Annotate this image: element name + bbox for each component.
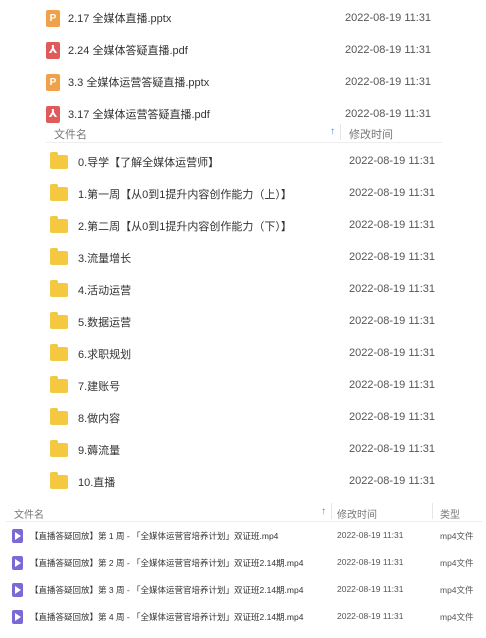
folder-name[interactable]: 7.建账号 xyxy=(78,378,120,394)
file-row[interactable]: P 3.3 全媒体运营答疑直播.pptx xyxy=(46,73,209,91)
folder-name[interactable]: 9.薅流量 xyxy=(78,442,120,458)
folder-date: 2022-08-19 11:31 xyxy=(349,187,436,199)
ppt-file-icon: P xyxy=(46,9,60,27)
folder-row[interactable]: 6.求职规划 xyxy=(50,344,131,363)
folder-name[interactable]: 1.第一周【从0到1提升内容创作能力（上）】 xyxy=(78,186,292,202)
sort-ascending-icon[interactable]: ↑ xyxy=(330,126,335,137)
folder-name[interactable]: 6.求职规划 xyxy=(78,346,131,362)
folder-date: 2022-08-19 11:31 xyxy=(349,411,436,423)
column-header-modified[interactable]: 修改时间 xyxy=(349,126,393,142)
folder-icon xyxy=(50,440,68,457)
column-divider xyxy=(340,124,341,140)
video-name[interactable]: 【直播答疑回放】第 4 周 - 「全媒体运营官培养计划」双证班2.14期.mp4 xyxy=(30,611,303,623)
column-header-type[interactable]: 类型 xyxy=(440,506,460,521)
file-date: 2022-08-19 11:31 xyxy=(345,44,432,56)
folder-icon xyxy=(50,408,68,425)
folder-date: 2022-08-19 11:31 xyxy=(349,475,436,487)
folder-date: 2022-08-19 11:31 xyxy=(349,379,436,391)
video-type: mp4文件 xyxy=(440,531,474,541)
video-date: 2022-08-19 11:31 xyxy=(337,530,404,540)
folder-icon xyxy=(50,312,68,329)
folder-name[interactable]: 8.做内容 xyxy=(78,410,120,426)
video-name[interactable]: 【直播答疑回放】第 3 周 - 「全媒体运营官培养计划」双证班2.14期.mp4 xyxy=(30,584,303,596)
file-row[interactable]: P 2.17 全媒体直播.pptx xyxy=(46,9,171,27)
video-type: mp4文件 xyxy=(440,585,474,595)
file-row[interactable]: ⅄ 2.24 全媒体答疑直播.pdf xyxy=(46,41,188,59)
folder-name[interactable]: 4.活动运营 xyxy=(78,282,131,298)
video-file-icon xyxy=(12,610,23,624)
file-name[interactable]: 3.17 全媒体运营答疑直播.pdf xyxy=(68,106,210,122)
folder-icon xyxy=(50,376,68,393)
folder-icon xyxy=(50,280,68,297)
folder-date: 2022-08-19 11:31 xyxy=(349,283,436,295)
folder-date: 2022-08-19 11:31 xyxy=(349,315,436,327)
folder-row[interactable]: 4.活动运营 xyxy=(50,280,131,299)
folder-icon xyxy=(50,184,68,201)
folder-icon xyxy=(50,472,68,489)
video-row[interactable]: 【直播答疑回放】第 4 周 - 「全媒体运营官培养计划」双证班2.14期.mp4 xyxy=(12,609,303,625)
folder-date: 2022-08-19 11:31 xyxy=(349,251,436,263)
file-name[interactable]: 2.17 全媒体直播.pptx xyxy=(68,10,171,26)
folder-date: 2022-08-19 11:31 xyxy=(349,347,436,359)
video-date: 2022-08-19 11:31 xyxy=(337,557,404,567)
folder-row[interactable]: 0.导学【了解全媒体运营师】 xyxy=(50,152,219,171)
pdf-file-icon: ⅄ xyxy=(46,105,60,123)
folder-row[interactable]: 3.流量增长 xyxy=(50,248,131,267)
ppt-file-icon: P xyxy=(46,73,60,91)
folder-row[interactable]: 1.第一周【从0到1提升内容创作能力（上）】 xyxy=(50,184,292,203)
folder-icon xyxy=(50,216,68,233)
video-row[interactable]: 【直播答疑回放】第 1 周 - 「全媒体运营官培养计划」双证班.mp4 xyxy=(12,528,278,544)
folder-date: 2022-08-19 11:31 xyxy=(349,219,436,231)
folder-row[interactable]: 5.数据运营 xyxy=(50,312,131,331)
folder-name[interactable]: 10.直播 xyxy=(78,474,115,490)
folder-date: 2022-08-19 11:31 xyxy=(349,155,436,167)
video-name[interactable]: 【直播答疑回放】第 1 周 - 「全媒体运营官培养计划」双证班.mp4 xyxy=(30,530,278,542)
column-divider xyxy=(432,503,433,519)
folder-name[interactable]: 5.数据运营 xyxy=(78,314,131,330)
pdf-file-icon: ⅄ xyxy=(46,41,60,59)
video-row[interactable]: 【直播答疑回放】第 2 周 - 「全媒体运营官培养计划」双证班2.14期.mp4 xyxy=(12,555,303,571)
folder-row[interactable]: 10.直播 xyxy=(50,472,115,491)
folder-name[interactable]: 0.导学【了解全媒体运营师】 xyxy=(78,154,219,170)
video-date: 2022-08-19 11:31 xyxy=(337,611,404,621)
file-date: 2022-08-19 11:31 xyxy=(345,76,432,88)
folder-row[interactable]: 2.第二周【从0到1提升内容创作能力（下）】 xyxy=(50,216,292,235)
folder-icon xyxy=(50,344,68,361)
header-divider xyxy=(6,521,482,522)
file-row[interactable]: ⅄ 3.17 全媒体运营答疑直播.pdf xyxy=(46,105,210,123)
file-name[interactable]: 3.3 全媒体运营答疑直播.pptx xyxy=(68,74,209,90)
folder-icon xyxy=(50,248,68,265)
folder-name[interactable]: 3.流量增长 xyxy=(78,250,131,266)
video-date: 2022-08-19 11:31 xyxy=(337,584,404,594)
folder-date: 2022-08-19 11:31 xyxy=(349,443,436,455)
file-date: 2022-08-19 11:31 xyxy=(345,108,432,120)
video-type: mp4文件 xyxy=(440,558,474,568)
folder-row[interactable]: 8.做内容 xyxy=(50,408,120,427)
column-header-name[interactable]: 文件名 xyxy=(54,126,87,142)
sort-ascending-icon[interactable]: ↑ xyxy=(321,506,326,517)
column-header-modified[interactable]: 修改时间 xyxy=(337,506,377,521)
folder-icon xyxy=(50,152,68,169)
column-header-name[interactable]: 文件名 xyxy=(14,506,44,521)
file-date: 2022-08-19 11:31 xyxy=(345,12,432,24)
video-file-icon xyxy=(12,583,23,597)
video-name[interactable]: 【直播答疑回放】第 2 周 - 「全媒体运营官培养计划」双证班2.14期.mp4 xyxy=(30,557,303,569)
video-type: mp4文件 xyxy=(440,612,474,622)
video-row[interactable]: 【直播答疑回放】第 3 周 - 「全媒体运营官培养计划」双证班2.14期.mp4 xyxy=(12,582,303,598)
column-divider xyxy=(331,503,332,519)
folder-row[interactable]: 9.薅流量 xyxy=(50,440,120,459)
file-name[interactable]: 2.24 全媒体答疑直播.pdf xyxy=(68,42,188,58)
header-divider xyxy=(46,142,442,143)
video-file-icon xyxy=(12,556,23,570)
folder-name[interactable]: 2.第二周【从0到1提升内容创作能力（下）】 xyxy=(78,218,292,234)
folder-row[interactable]: 7.建账号 xyxy=(50,376,120,395)
video-file-icon xyxy=(12,529,23,543)
